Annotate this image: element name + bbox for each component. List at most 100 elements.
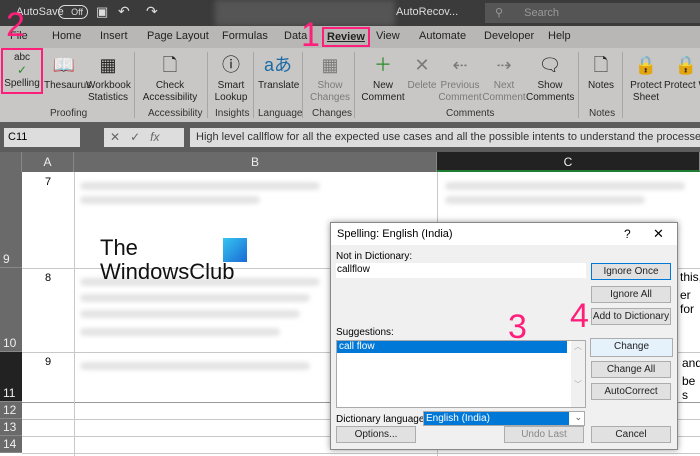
group-insights: Insights [215,108,250,119]
spelling-icon: abc ✓ [13,52,31,77]
tab-view[interactable]: View [376,30,400,42]
dictionary-language-label: Dictionary language: [336,414,428,425]
save-icon[interactable]: ▣ [96,4,108,20]
scrollbar[interactable]: ︿ ﹀ [571,341,585,407]
autocorrect-button[interactable]: AutoCorrect [591,383,671,400]
change-button[interactable]: Change [590,338,673,357]
book-icon: 📖 [52,55,76,75]
show-changes-button[interactable]: ▦ Show Changes [308,50,352,104]
row-header-10[interactable]: 10 [0,268,22,352]
cell-a10[interactable]: 8 [45,272,51,284]
change-all-button[interactable]: Change All [591,361,671,378]
statistics-icon: ▦ [99,55,117,75]
cell-fragment: be s [682,374,696,402]
delete-comment-icon: ✕ [414,55,430,75]
tab-automate[interactable]: Automate [419,30,466,42]
enter-icon[interactable]: ✓ [130,130,140,144]
thesaurus-button[interactable]: 📖 Thesaurus [44,50,91,92]
spelling-dialog: Spelling: English (India) ? ✕ Not in Dic… [330,222,678,450]
translate-icon: aあ [263,55,292,75]
workbook-statistics-button[interactable]: ▦ Workbook Statistics [86,50,131,104]
tab-formulas[interactable]: Formulas [222,30,268,42]
column-header-b[interactable]: B [74,152,437,172]
lookup-icon: ⓘ [222,55,240,75]
check-accessibility-button[interactable]: 🗋 Check Accessibility [140,50,200,104]
translate-button[interactable]: aあ Translate [258,50,299,92]
suggestion-item[interactable]: call flow [337,341,567,353]
fx-icon[interactable]: fx [150,130,159,144]
autosave-toggle[interactable]: Off [58,5,88,19]
undo-last-button[interactable]: Undo Last [504,426,584,443]
ribbon-tabs: File Home Insert Page Layout Formulas Da… [0,26,700,48]
tab-home[interactable]: Home [52,30,81,42]
workbook-statistics-label: Workbook Statistics [86,80,131,103]
annotation-2: 2 [6,6,25,44]
redo-icon[interactable]: ↷ [146,3,158,20]
annotation-1: 1 [301,16,320,54]
blurred-text [80,294,310,302]
cell-fragment: and [682,356,700,370]
name-box[interactable]: C11 [4,128,80,147]
ignore-once-button[interactable]: Ignore Once [591,263,671,280]
row-header-12[interactable]: 12 [0,402,22,419]
row-header-9[interactable]: 9 [0,172,22,268]
options-button[interactable]: Options... [336,426,416,443]
row-header-14[interactable]: 14 [0,436,22,453]
tab-help[interactable]: Help [548,30,571,42]
cell-a11[interactable]: 9 [45,356,51,368]
protect-workbook-label: Protect Workbook [664,80,700,91]
show-changes-label: Show Changes [309,80,351,103]
lock-icon: 🔒 [634,55,658,75]
next-comment-icon: ⇢ [496,55,512,75]
group-changes: Changes [312,108,353,119]
show-comments-button[interactable]: 🗨 Show Comments [526,50,574,104]
ignore-all-button[interactable]: Ignore All [591,286,671,303]
tab-developer[interactable]: Developer [484,30,534,42]
file-name[interactable]: AutoRecov... [396,6,458,18]
next-comment-button[interactable]: ⇢ Next Comment [482,50,526,104]
smart-lookup-button[interactable]: ⓘ Smart Lookup [212,50,250,104]
formula-bar: C11 ✕ ✓ fx High level callflow for all t… [0,122,700,152]
suggestions-list[interactable]: call flow ︿ ﹀ [336,340,586,408]
previous-comment-label: Previous Comment [438,80,482,103]
notes-button[interactable]: 🗋 Notes [584,50,618,92]
select-all[interactable] [0,152,22,172]
divider [354,52,355,118]
group-comments: Comments [446,108,495,119]
accessibility-icon: 🗋 [162,55,178,75]
undo-icon[interactable]: ↶ [118,3,130,20]
previous-comment-button[interactable]: ⇠ Previous Comment [438,50,482,104]
blurred-text [80,328,280,336]
row-header-13[interactable]: 13 [0,419,22,436]
add-to-dictionary-button[interactable]: Add to Dictionary [591,308,671,325]
group-proofing: Proofing [50,108,88,119]
delete-label: Delete [407,80,437,91]
column-header-a[interactable]: A [22,152,74,172]
protect-sheet-button[interactable]: 🔒 Protect Sheet [628,50,664,104]
tab-page-layout[interactable]: Page Layout [147,30,209,42]
col-divider [74,172,75,456]
cancel-button[interactable]: Cancel [591,426,671,443]
tab-review[interactable]: Review [322,27,370,47]
help-button[interactable]: ? [624,227,631,241]
new-comment-button[interactable]: ＋ New Comment [360,50,406,104]
spelling-button[interactable]: abc ✓ Spelling [1,48,43,94]
suggestions-label: Suggestions: [336,327,394,338]
cancel-icon[interactable]: ✕ [110,130,120,144]
dictionary-language-select[interactable]: English (India) ⌄ [423,411,585,426]
close-button[interactable]: ✕ [653,226,664,242]
search-box[interactable]: ⚲ Search [485,3,700,23]
cell-a9[interactable]: 7 [45,176,51,188]
blurred-text [80,362,310,370]
protect-workbook-button[interactable]: 🔒 Protect Workbook [664,50,700,92]
divider [207,52,208,118]
tab-insert[interactable]: Insert [100,30,128,42]
title-bar: AutoSave Off ▣ ↶ ↷ AutoRecov... ⚲ Search [0,0,700,26]
formula-input[interactable]: High level callflow for all the expected… [190,128,700,147]
row-header-11[interactable]: 11 [0,352,22,402]
delete-comment-button[interactable]: ✕ Delete [406,50,438,92]
check-accessibility-label: Check Accessibility [142,80,198,103]
protect-sheet-label: Protect Sheet [630,80,662,103]
ribbon: abc ✓ Spelling 📖 Thesaurus ▦ Workbook Statis… [0,48,700,122]
column-header-c[interactable]: C [437,152,700,172]
